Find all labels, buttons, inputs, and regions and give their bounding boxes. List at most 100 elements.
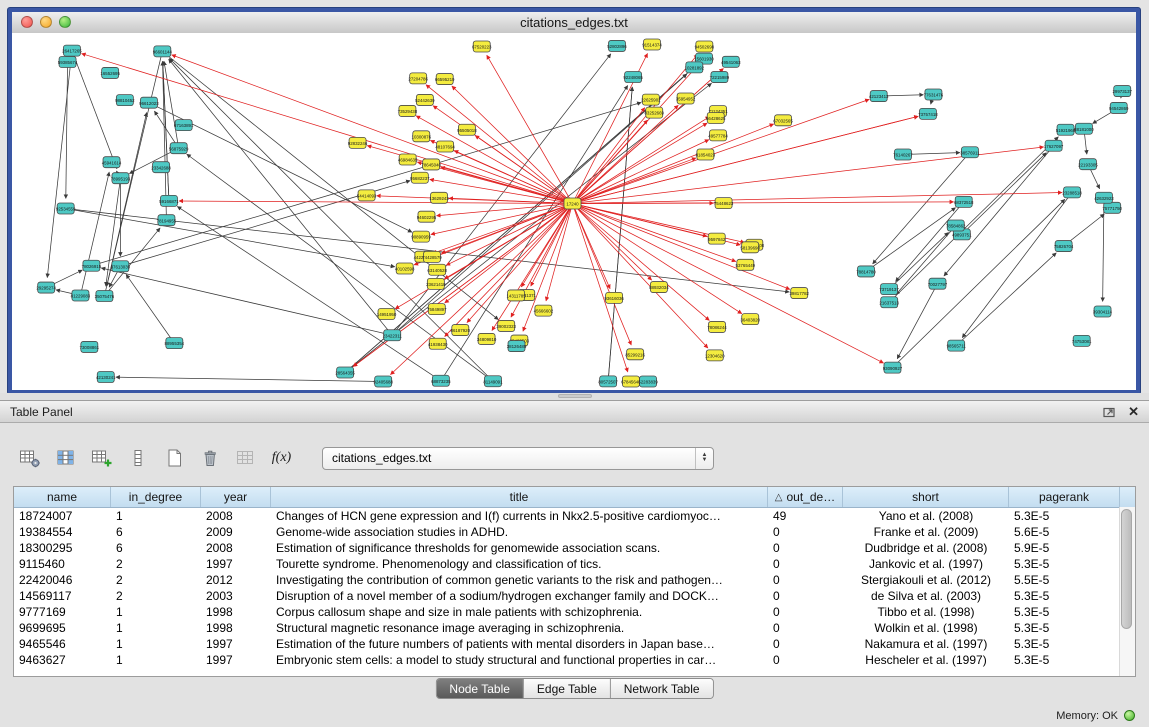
table-cell[interactable]: 6 [111, 524, 201, 540]
table-cell[interactable]: 5.3E-5 [1009, 604, 1120, 620]
network-canvas[interactable]: 1724046984635711243514444700850291371678… [12, 33, 1136, 390]
network-node[interactable]: 92832246 [348, 137, 368, 148]
create-column-button[interactable] [88, 445, 115, 472]
network-node[interactable]: 66595219 [435, 74, 455, 85]
network-node[interactable]: 94602295 [417, 211, 437, 222]
network-node[interactable]: 91514374 [642, 39, 662, 50]
table-cell[interactable]: 2008 [201, 540, 271, 556]
table-cell[interactable]: 5.5E-5 [1009, 572, 1120, 588]
table-cell[interactable]: 0 [768, 556, 843, 572]
network-node[interactable]: 26417265 [62, 45, 82, 56]
table-cell[interactable]: 1 [111, 652, 201, 668]
table-cell[interactable]: de Silva et al. (2003) [843, 588, 1009, 604]
table-cell[interactable]: 5.3E-5 [1009, 556, 1120, 572]
network-node[interactable]: 90890959 [411, 231, 431, 242]
network-node[interactable]: 73529438 [398, 105, 418, 116]
table-cell[interactable]: 22420046 [14, 572, 111, 588]
table-cell[interactable]: Nakamura et al. (1997) [843, 636, 1009, 652]
network-node[interactable]: 39304114 [1093, 306, 1113, 317]
table-row[interactable]: 946362711997Embryonic stem cells: a mode… [14, 652, 1135, 668]
table-cell[interactable]: 1997 [201, 652, 271, 668]
network-node[interactable]: 16552695 [100, 67, 120, 78]
network-node[interactable]: 88181000 [1074, 123, 1094, 134]
table-cell[interactable]: Hescheler et al. (1997) [843, 652, 1009, 668]
table-row[interactable]: 2242004622012Investigating the contribut… [14, 572, 1135, 588]
table-cell[interactable]: 18724007 [14, 508, 111, 524]
network-node[interactable]: 59385674 [58, 56, 78, 67]
network-node[interactable]: 9597842 [708, 233, 726, 244]
table-cell[interactable]: 9777169 [14, 604, 111, 620]
network-node[interactable]: 96612023 [139, 97, 159, 108]
network-node[interactable]: 27204786 [408, 73, 428, 84]
network-node[interactable]: 98565711 [947, 340, 967, 351]
network-node[interactable]: 93616036 [604, 292, 624, 303]
table-cell[interactable]: 49 [768, 508, 843, 524]
table-cell[interactable]: 9465546 [14, 636, 111, 652]
network-node[interactable]: 94502698 [695, 41, 715, 52]
table-cell[interactable]: 5.3E-5 [1009, 636, 1120, 652]
network-node[interactable]: 78995193 [111, 173, 131, 184]
network-node[interactable]: 67032565 [773, 115, 793, 126]
table-row[interactable]: 1456911722003Disruption of a novel membe… [14, 588, 1135, 604]
table-cell[interactable]: Tibbo et al. (1998) [843, 604, 1009, 620]
column-header[interactable]: in_degree [111, 487, 201, 507]
network-node[interactable]: 77631476 [924, 89, 944, 100]
network-node[interactable]: 78645040 [421, 159, 441, 170]
network-node[interactable]: 74428579 [422, 251, 442, 262]
table-cell[interactable]: Embryonic stem cells: a model to study s… [271, 652, 768, 668]
network-node[interactable]: 67520223 [472, 41, 492, 52]
table-cell[interactable]: 0 [768, 572, 843, 588]
network-node[interactable]: 42130241 [96, 372, 116, 383]
show-columns-button[interactable] [52, 445, 79, 472]
network-node[interactable]: 86187920 [451, 325, 471, 336]
panel-splitter[interactable] [0, 393, 1149, 400]
network-node[interactable]: 67163891 [174, 120, 194, 131]
network-node[interactable]: 37613039 [111, 261, 131, 272]
network-node[interactable]: 72215989 [710, 72, 730, 83]
network-node[interactable]: 52442639 [415, 94, 435, 105]
network-node[interactable]: 63140528 [427, 264, 447, 275]
network-node[interactable]: 88932034 [649, 282, 669, 293]
network-node[interactable]: 68372518 [954, 196, 974, 207]
table-cell[interactable]: 1 [111, 620, 201, 636]
table-row[interactable]: 1872400712008Changes of HCN gene express… [14, 508, 1135, 524]
minimize-window-button[interactable] [40, 16, 52, 28]
network-node[interactable]: 35075476 [95, 291, 115, 302]
network-node[interactable]: 17627097 [1044, 140, 1064, 151]
table-cell[interactable]: 0 [768, 620, 843, 636]
network-node[interactable]: 45666602 [534, 305, 554, 316]
network-node[interactable]: 22193305 [1078, 159, 1098, 170]
network-node[interactable]: 12304620 [705, 350, 725, 361]
network-node[interactable]: 75826704 [1054, 241, 1074, 252]
table-cell[interactable]: 18300295 [14, 540, 111, 556]
network-node[interactable]: 95682237 [410, 172, 430, 183]
network-node[interactable]: 42632923 [1094, 192, 1114, 203]
network-node[interactable]: 94542869 [1109, 102, 1129, 113]
splitter-handle[interactable] [558, 394, 592, 398]
table-cell[interactable]: 5.3E-5 [1009, 620, 1120, 636]
table-scrollbar[interactable] [1119, 507, 1135, 676]
network-node[interactable]: 52802896 [607, 40, 627, 51]
column-header[interactable]: short [843, 487, 1009, 507]
network-node[interactable]: 28564355 [335, 367, 355, 378]
table-cell[interactable]: 9463627 [14, 652, 111, 668]
network-node[interactable]: 42123413 [869, 91, 889, 102]
table-cell[interactable]: 5.3E-5 [1009, 652, 1120, 668]
network-node[interactable]: 23422311 [383, 330, 403, 341]
scrollbar-thumb[interactable] [1121, 509, 1132, 629]
network-node[interactable]: 68873235 [431, 375, 451, 386]
table-cell[interactable]: Structural magnetic resonance image aver… [271, 620, 768, 636]
network-node[interactable]: 78584862 [946, 220, 966, 231]
network-node[interactable]: 52283839 [638, 376, 658, 387]
table-cell[interactable]: 1998 [201, 620, 271, 636]
import-table-button[interactable] [232, 445, 259, 472]
network-node[interactable]: 83252669 [644, 107, 664, 118]
table-cell[interactable]: 1997 [201, 636, 271, 652]
tab-network-table[interactable]: Network Table [611, 679, 713, 698]
network-node[interactable]: 59166871 [159, 195, 179, 206]
row-options-button[interactable] [124, 445, 151, 472]
network-node[interactable]: 35954952 [676, 93, 696, 104]
table-cell[interactable]: 2 [111, 556, 201, 572]
network-node[interactable]: 29973137 [1112, 86, 1132, 97]
table-cell[interactable]: 0 [768, 636, 843, 652]
